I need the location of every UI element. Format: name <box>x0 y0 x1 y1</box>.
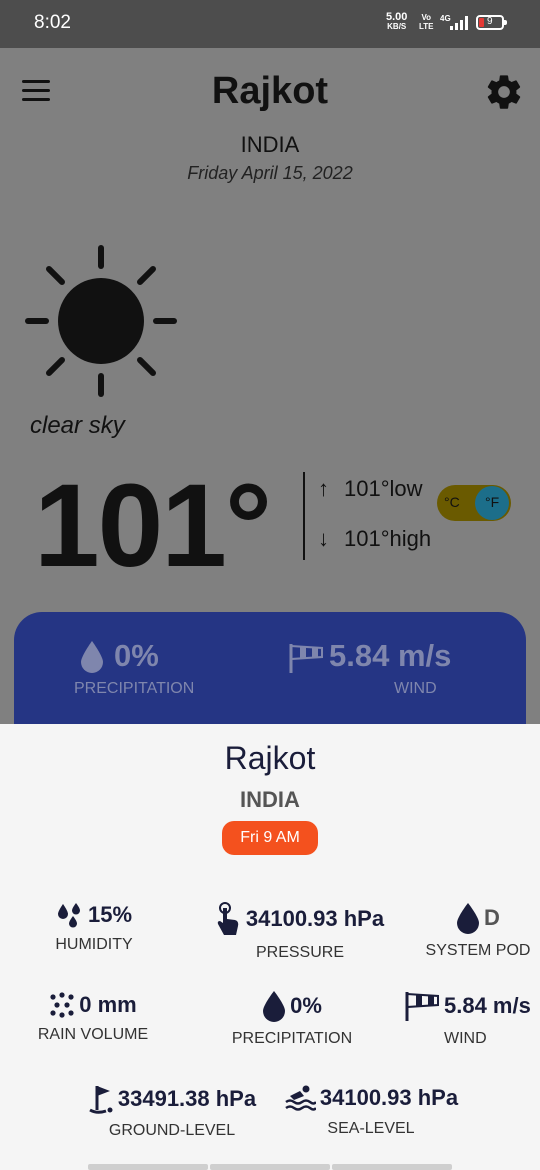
sun-icon <box>25 245 177 397</box>
ground-level-cell: 33491.38 hPa GROUND-LEVEL <box>78 1084 266 1140</box>
unit-toggle[interactable]: °C °F <box>437 485 511 521</box>
battery-icon: 9 <box>476 15 507 30</box>
card-precipitation-label: PRECIPITATION <box>74 680 195 697</box>
temp-low: ↑ 101°low <box>318 476 423 502</box>
main-weather-view: Rajkot INDIA Friday April 15, 2022 clear… <box>0 48 540 812</box>
temp-high-value: 101°high <box>344 526 432 551</box>
temp-high: ↓ 101°high <box>318 526 431 552</box>
current-temperature: 101° <box>34 460 272 592</box>
rain-volume-label: RAIN VOLUME <box>37 1026 149 1043</box>
sheet-city: Rajkot <box>224 740 316 776</box>
arrow-down-icon: ↓ <box>318 526 329 551</box>
date-label: Friday April 15, 2022 <box>187 163 353 183</box>
sea-level-label: SEA-LEVEL <box>327 1120 415 1137</box>
sea-level-cell: 34100.93 hPa SEA-LEVEL <box>276 1084 466 1138</box>
rain-volume-cell: 0 mm RAIN VOLUME <box>30 992 156 1044</box>
pressure-cell: 34100.93 hPa PRESSURE <box>200 902 400 962</box>
temp-divider <box>303 472 305 560</box>
sheet-country: INDIA <box>240 787 300 812</box>
time-pill: Fri 9 AM <box>222 821 318 855</box>
unit-fahrenheit[interactable]: °F <box>485 494 499 510</box>
system-pod-cell: D SYSTEM POD <box>420 902 536 960</box>
volte-bottom: LTE <box>419 22 434 31</box>
rain-volume-icon <box>50 992 74 1018</box>
humidity-value: 15% <box>87 902 133 927</box>
rain-volume-value: 0 mm <box>79 992 137 1017</box>
precipitation-cell: 0% PRECIPITATION <box>220 990 364 1048</box>
humidity-cell: 15% HUMIDITY <box>34 902 154 954</box>
status-bar: 8:02 5.00 KB/S Vo LTE 4G 9 <box>0 0 540 48</box>
drop-icon <box>457 903 480 934</box>
system-pod-label: SYSTEM POD <box>425 942 531 959</box>
navigation-bar[interactable] <box>88 1164 452 1170</box>
swimmer-icon <box>285 1085 316 1111</box>
precipitation-value: 0% <box>290 993 322 1018</box>
net-speed-unit: KB/S <box>387 22 407 31</box>
card-wind-value: 5.84 m/s <box>329 638 452 673</box>
humidity-icon <box>57 903 80 928</box>
status-time: 8:02 <box>34 12 71 33</box>
windsock-icon <box>405 992 439 1021</box>
ground-level-value: 33491.38 hPa <box>117 1086 257 1111</box>
system-pod-value: D <box>484 905 500 930</box>
card-precipitation-value: 0% <box>114 638 159 673</box>
volte-top: Vo <box>421 13 432 22</box>
unit-celsius[interactable]: °C <box>444 494 460 510</box>
pressure-icon <box>217 902 239 935</box>
windsock-icon <box>289 644 323 673</box>
battery-level: 9 <box>487 16 493 27</box>
net-speed: 5.00 KB/S <box>386 12 407 32</box>
humidity-label: HUMIDITY <box>55 936 133 953</box>
arrow-up-icon: ↑ <box>318 476 329 501</box>
pressure-value: 34100.93 hPa <box>245 906 385 931</box>
country-label: INDIA <box>240 132 300 157</box>
pressure-label: PRESSURE <box>255 944 345 961</box>
signal-icon <box>450 16 468 30</box>
sea-level-value: 34100.93 hPa <box>319 1085 459 1110</box>
precipitation-icon <box>263 991 286 1022</box>
drop-icon <box>81 641 103 673</box>
gear-icon[interactable] <box>484 72 524 112</box>
precipitation-label: PRECIPITATION <box>231 1030 353 1047</box>
weather-condition: clear sky <box>30 412 125 439</box>
card-wind-label: WIND <box>394 680 437 697</box>
temp-low-value: 101°low <box>344 476 423 501</box>
detail-bottom-sheet[interactable]: Rajkot INDIA Fri 9 AM 15% HUMIDITY 34100… <box>0 724 540 1170</box>
ground-level-label: GROUND-LEVEL <box>108 1122 236 1139</box>
city-title: Rajkot <box>211 70 329 112</box>
wind-value: 5.84 m/s <box>444 993 531 1018</box>
wind-cell: 5.84 m/s WIND <box>404 990 540 1048</box>
golf-flag-icon <box>89 1086 113 1114</box>
wind-label: WIND <box>444 1030 487 1047</box>
volte-icon: Vo LTE <box>419 13 434 31</box>
